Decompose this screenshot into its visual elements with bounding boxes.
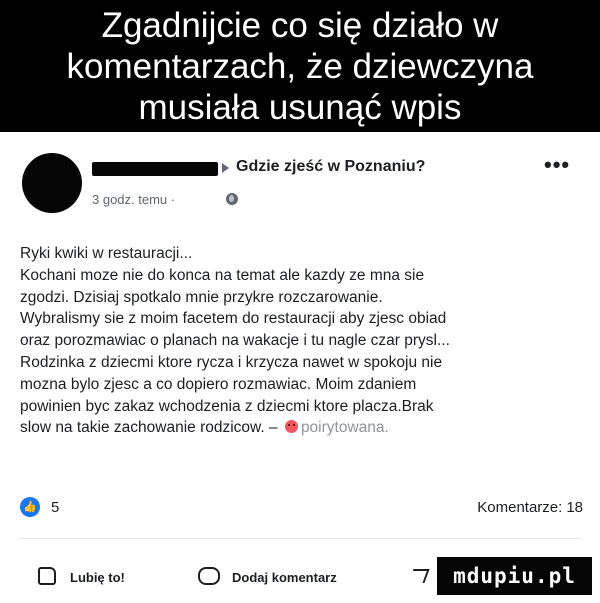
- post-timestamp[interactable]: 3 godz. temu ·: [92, 192, 175, 207]
- post-body-line: Kochani moze nie do konca na temat ale k…: [20, 266, 425, 284]
- arrow-right-icon: [222, 163, 229, 173]
- meme-headline-line-2: komentarzach, że dziewczyna: [66, 47, 534, 86]
- post-body-line: mozna bylo zjesc a co dopiero rozmawiac.…: [20, 375, 417, 393]
- feeling-text: poirytowana.: [300, 419, 389, 437]
- comment-bubble-icon: [196, 565, 222, 589]
- post-body-line: Wybralismy sie z moim facetem do restaur…: [20, 310, 447, 328]
- redacted-author-name[interactable]: [92, 162, 218, 176]
- meme-headline-line-3: musiała usunąć wpis: [138, 88, 462, 127]
- reactions-bar: 👍 5 Komentarze: 18: [0, 497, 600, 521]
- like-button[interactable]: Lubię to!: [34, 565, 125, 589]
- post-header: Gdzie zjeść w Poznaniu? ••• 3 godz. temu…: [0, 138, 600, 218]
- avatar[interactable]: [22, 153, 82, 213]
- post-body-line: zgodzi. Dzisiaj spotkalo mnie przykre ro…: [20, 288, 383, 306]
- meme-headline-line-1: Zgadnijcie co się działo w: [101, 6, 499, 45]
- group-title-link[interactable]: Gdzie zjeść w Poznaniu?: [236, 158, 425, 176]
- comment-button-label: Dodaj komentarz: [232, 569, 337, 585]
- share-arrow-icon: [407, 565, 433, 589]
- comments-label: Komentarze:: [477, 499, 563, 516]
- post-body-line: Rodzinka z dziecmi ktore rycza i krzycza…: [20, 353, 443, 371]
- comments-count[interactable]: Komentarze: 18: [473, 499, 583, 516]
- comment-button[interactable]: Dodaj komentarz: [196, 565, 337, 589]
- like-button-label: Lubię to!: [70, 569, 125, 585]
- post-body-line: slow na takie zachowanie rodzicow. –: [20, 419, 278, 437]
- post-body: Ryki kwiki w restauracji... Kochani moze…: [20, 243, 580, 439]
- divider: [20, 538, 580, 539]
- post-body-last-line: slow na takie zachowanie rodzicow. – poi…: [20, 417, 580, 439]
- globe-icon: [226, 193, 238, 205]
- angry-face-icon: [284, 420, 298, 434]
- like-reaction-icon[interactable]: 👍: [20, 497, 40, 517]
- watermark-logo: mdupiu.pl: [437, 557, 592, 595]
- comments-number: 18: [566, 499, 583, 516]
- post-body-line: oraz porozmawiac o planach na wakacje i …: [20, 332, 450, 350]
- reaction-count[interactable]: 5: [51, 499, 59, 516]
- thumbs-up-icon: [34, 565, 60, 589]
- meme-headline: Zgadnijcie co się działo w komentarzach,…: [0, 0, 600, 132]
- post-body-line: powinien byc zakaz wchodzenia z dziecmi …: [20, 397, 434, 415]
- more-options-icon[interactable]: •••: [544, 152, 570, 178]
- post-body-line: Ryki kwiki w restauracji...: [20, 245, 193, 262]
